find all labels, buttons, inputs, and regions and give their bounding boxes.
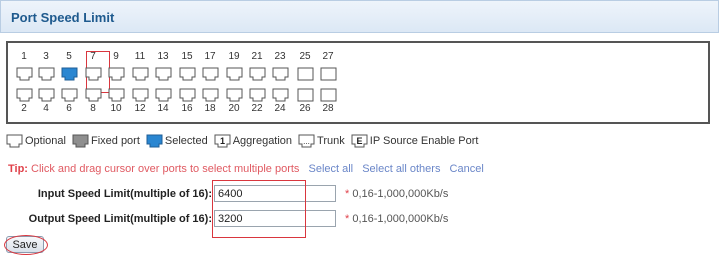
- port-icon[interactable]: [249, 88, 266, 102]
- port-number: 8: [90, 103, 96, 114]
- port-number: 28: [322, 103, 334, 114]
- port-icon[interactable]: [132, 88, 149, 102]
- port-number: 10: [110, 103, 122, 114]
- port-number: 23: [274, 51, 286, 62]
- port-number: 26: [299, 103, 311, 114]
- svg-text:1: 1: [220, 136, 225, 146]
- port-icon[interactable]: [272, 88, 289, 102]
- legend-ip-source-label: IP Source Enable Port: [369, 135, 479, 147]
- port-icon[interactable]: [61, 88, 78, 102]
- port-number: 11: [134, 51, 146, 62]
- trunk-port-icon: ...: [298, 134, 315, 148]
- output-speed-hint: * 0,16-1,000,000Kb/s: [345, 213, 448, 225]
- port-number: 21: [251, 51, 263, 62]
- port-icon[interactable]: [249, 67, 266, 81]
- fixed-port-icon: [72, 134, 89, 148]
- legend-optional: Optional: [6, 134, 66, 148]
- legend-trunk: ... Trunk: [298, 134, 345, 148]
- optional-port-icon: [6, 134, 23, 148]
- port-number: 13: [157, 51, 169, 62]
- port-icon[interactable]: [108, 67, 125, 81]
- select-all-others-link[interactable]: Select all others: [362, 163, 440, 175]
- legend-selected-label: Selected: [164, 135, 208, 147]
- port-icon[interactable]: [202, 67, 219, 81]
- page-title: Port Speed Limit: [11, 10, 115, 25]
- port-number: 22: [251, 103, 263, 114]
- port-icon[interactable]: [38, 88, 55, 102]
- tip-line: Tip: Click and drag cursor over ports to…: [8, 163, 484, 175]
- port-icon[interactable]: [155, 88, 172, 102]
- save-button[interactable]: Save: [6, 236, 44, 253]
- output-speed-label: Output Speed Limit(multiple of 16):: [28, 213, 212, 225]
- port-icon[interactable]: [226, 67, 243, 81]
- output-speed-row: Output Speed Limit(multiple of 16): * 0,…: [0, 210, 719, 228]
- legend-selected: Selected: [146, 134, 208, 148]
- legend-trunk-label: Trunk: [317, 135, 345, 147]
- port-number: 24: [274, 103, 286, 114]
- input-required-star: *: [345, 188, 350, 200]
- port-number: 15: [181, 51, 193, 62]
- port-icon[interactable]: [179, 67, 196, 81]
- port-selected-icon[interactable]: [61, 67, 78, 81]
- port-icon[interactable]: [85, 67, 102, 81]
- legend-fixed: Fixed port: [72, 134, 140, 148]
- port-number: 3: [43, 51, 49, 62]
- port-panel: 1 3 5 7 9 11 13 15 17 19 21 23 25 27 2 4 6 8 10 12 14 16 18 20 2…: [6, 41, 710, 124]
- panel-header: Port Speed Limit: [0, 0, 719, 33]
- port-icon[interactable]: [179, 88, 196, 102]
- legend-aggregation: 1 Aggregation: [214, 134, 292, 148]
- port-number: 25: [299, 51, 311, 62]
- cancel-link[interactable]: Cancel: [450, 163, 484, 175]
- legend-aggregation-label: Aggregation: [232, 135, 293, 147]
- input-speed-row: Input Speed Limit(multiple of 16): * 0,1…: [0, 185, 719, 203]
- ip-source-port-icon: E: [351, 134, 368, 148]
- port-icon[interactable]: [297, 88, 314, 102]
- port-icon[interactable]: [85, 88, 102, 102]
- port-number: 14: [157, 103, 169, 114]
- port-icon[interactable]: [202, 88, 219, 102]
- output-speed-range: 0,16-1,000,000Kb/s: [352, 213, 449, 225]
- fields-highlight: [212, 180, 306, 238]
- port-number: 17: [204, 51, 216, 62]
- output-required-star: *: [345, 213, 350, 225]
- port-icon[interactable]: [38, 67, 55, 81]
- port-number: 7: [90, 51, 96, 62]
- legend-optional-label: Optional: [25, 135, 66, 147]
- port-icon[interactable]: [226, 88, 243, 102]
- tip-text: Click and drag cursor over ports to sele…: [31, 163, 300, 175]
- port-number: 27: [322, 51, 334, 62]
- input-speed-range: 0,16-1,000,000Kb/s: [352, 188, 449, 200]
- port-icon[interactable]: [155, 67, 172, 81]
- selected-port-icon: [146, 134, 163, 148]
- aggregation-port-icon: 1: [214, 134, 231, 148]
- port-icon[interactable]: [297, 67, 314, 81]
- port-number: 12: [134, 103, 146, 114]
- input-speed-label: Input Speed Limit(multiple of 16):: [37, 188, 212, 200]
- port-number: 4: [43, 103, 49, 114]
- legend-ip-source: E IP Source Enable Port: [351, 134, 479, 148]
- port-number: 1: [21, 51, 27, 62]
- port-icon[interactable]: [132, 67, 149, 81]
- port-number: 6: [66, 103, 72, 114]
- port-number: 5: [66, 51, 72, 62]
- port-icon[interactable]: [320, 88, 337, 102]
- port-number: 9: [113, 51, 119, 62]
- port-number: 2: [21, 103, 27, 114]
- port-number: 20: [228, 103, 240, 114]
- port-number: 18: [204, 103, 216, 114]
- legend-fixed-label: Fixed port: [90, 135, 140, 147]
- svg-text:...: ...: [303, 137, 310, 146]
- input-speed-hint: * 0,16-1,000,000Kb/s: [345, 188, 448, 200]
- svg-text:E: E: [356, 136, 362, 146]
- port-number: 19: [228, 51, 240, 62]
- port-icon[interactable]: [16, 67, 33, 81]
- port-icon[interactable]: [320, 67, 337, 81]
- port-icon[interactable]: [272, 67, 289, 81]
- port-number: 16: [181, 103, 193, 114]
- port-legend: Optional Fixed port Selected 1 Aggregati…: [6, 133, 484, 149]
- port-icon[interactable]: [16, 88, 33, 102]
- tip-label: Tip:: [8, 163, 28, 175]
- port-icon[interactable]: [108, 88, 125, 102]
- select-all-link[interactable]: Select all: [308, 163, 353, 175]
